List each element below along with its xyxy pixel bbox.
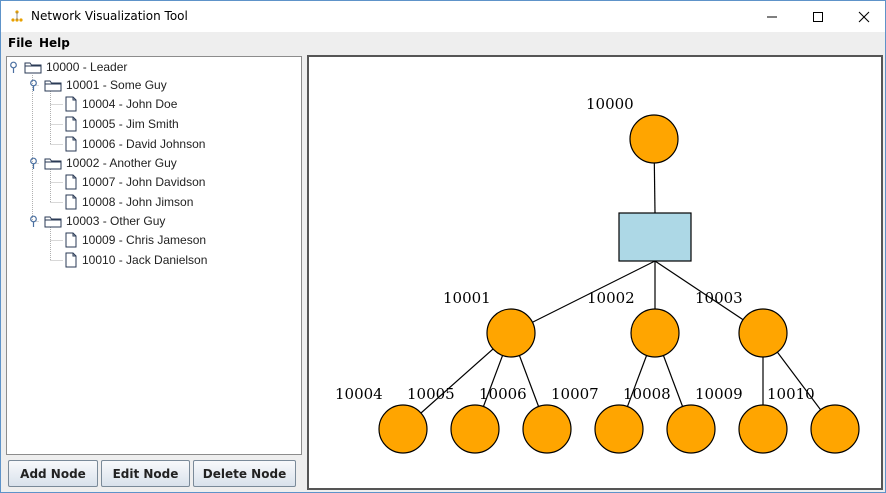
expand-handle-icon[interactable] bbox=[29, 157, 38, 169]
tree-leaf-row[interactable]: 10007 - John Davidson bbox=[64, 173, 205, 191]
file-icon bbox=[65, 96, 77, 112]
root-node[interactable] bbox=[629, 114, 679, 164]
title-bar[interactable]: Network Visualization Tool bbox=[1, 1, 885, 32]
tree-leaf-label: 10006 - David Johnson bbox=[82, 137, 206, 151]
folder-icon bbox=[24, 62, 42, 74]
tree-group-label: 10001 - Some Guy bbox=[66, 78, 167, 92]
tree-leaf-row[interactable]: 10010 - Jack Danielson bbox=[64, 251, 207, 269]
tree-leaf-label: 10010 - Jack Danielson bbox=[82, 253, 208, 267]
file-icon bbox=[65, 136, 77, 152]
group-node[interactable] bbox=[738, 308, 788, 358]
group-node-label: 10003 bbox=[695, 289, 743, 307]
leaf-node-label: 10004 bbox=[335, 385, 383, 403]
edit-node-button[interactable]: Edit Node bbox=[101, 460, 190, 487]
file-icon bbox=[65, 252, 77, 268]
close-button[interactable] bbox=[841, 1, 885, 32]
tree-root-row[interactable]: 10000 - Leader bbox=[9, 58, 127, 76]
root-node-label: 10000 bbox=[586, 95, 634, 113]
delete-node-button[interactable]: Delete Node bbox=[193, 460, 296, 487]
leaf-node-label: 10005 bbox=[407, 385, 455, 403]
tree-group-row[interactable]: 10001 - Some Guy bbox=[29, 76, 167, 94]
folder-icon bbox=[44, 216, 62, 228]
expand-handle-icon[interactable] bbox=[29, 215, 38, 227]
maximize-icon bbox=[813, 11, 823, 22]
minimize-button[interactable] bbox=[749, 1, 795, 32]
file-icon bbox=[65, 116, 77, 132]
leaf-node-label: 10007 bbox=[551, 385, 599, 403]
leaf-node-label: 10008 bbox=[623, 385, 671, 403]
maximize-button[interactable] bbox=[795, 1, 841, 32]
folder-icon bbox=[44, 80, 62, 92]
node-tree[interactable]: 10000 - Leader 10001 - Some Guy 10004 - … bbox=[6, 56, 302, 455]
group-node-label: 10001 bbox=[443, 289, 491, 307]
group-node-label: 10002 bbox=[587, 289, 635, 307]
tree-leaf-label: 10008 - John Jimson bbox=[82, 195, 194, 209]
file-icon bbox=[65, 194, 77, 210]
menu-bar: File Help bbox=[1, 32, 885, 54]
network-graph[interactable]: 10000 10001 10002 10003 10004 10005 10006 10007… bbox=[309, 57, 881, 488]
tree-leaf-row[interactable]: 10006 - David Johnson bbox=[64, 135, 205, 153]
leaf-node-label: 10006 bbox=[479, 385, 527, 403]
file-icon bbox=[65, 232, 77, 248]
minimize-icon bbox=[767, 16, 777, 17]
leaf-node[interactable] bbox=[378, 404, 428, 454]
expand-handle-icon[interactable] bbox=[9, 61, 18, 73]
hub-node[interactable] bbox=[618, 212, 692, 262]
expand-handle-icon[interactable] bbox=[29, 79, 38, 91]
tree-leaf-label: 10005 - Jim Smith bbox=[82, 117, 179, 131]
tree-leaf-label: 10007 - John Davidson bbox=[82, 175, 206, 189]
tree-group-row[interactable]: 10002 - Another Guy bbox=[29, 154, 177, 172]
leaf-node[interactable] bbox=[450, 404, 500, 454]
graph-canvas[interactable]: 10000 10001 10002 10003 10004 10005 10006 10007… bbox=[307, 55, 883, 490]
tree-leaf-row[interactable]: 10005 - Jim Smith bbox=[64, 115, 179, 133]
leaf-node[interactable] bbox=[738, 404, 788, 454]
tree-root-label: 10000 - Leader bbox=[46, 60, 128, 74]
window-title: Network Visualization Tool bbox=[31, 9, 188, 23]
app-icon bbox=[11, 10, 23, 22]
app-window: Network Visualization Tool File Help 100… bbox=[0, 0, 886, 493]
group-node[interactable] bbox=[486, 308, 536, 358]
tree-leaf-label: 10009 - Chris Jameson bbox=[82, 233, 207, 247]
leaf-node[interactable] bbox=[522, 404, 572, 454]
tree-group-label: 10002 - Another Guy bbox=[66, 156, 177, 170]
tree-leaf-label: 10004 - John Doe bbox=[82, 97, 178, 111]
leaf-node[interactable] bbox=[666, 404, 716, 454]
add-node-button[interactable]: Add Node bbox=[8, 460, 98, 487]
leaf-node[interactable] bbox=[594, 404, 644, 454]
tree-group-row[interactable]: 10003 - Other Guy bbox=[29, 212, 165, 230]
folder-icon bbox=[44, 158, 62, 170]
leaf-node-label: 10010 bbox=[767, 385, 815, 403]
close-icon bbox=[858, 11, 870, 22]
tree-leaf-row[interactable]: 10008 - John Jimson bbox=[64, 193, 193, 211]
group-node[interactable] bbox=[630, 308, 680, 358]
menu-help[interactable]: Help bbox=[39, 36, 70, 50]
leaf-node[interactable] bbox=[810, 404, 860, 454]
leaf-node-label: 10009 bbox=[695, 385, 743, 403]
menu-file[interactable]: File bbox=[8, 36, 33, 50]
tree-group-label: 10003 - Other Guy bbox=[66, 214, 166, 228]
file-icon bbox=[65, 174, 77, 190]
tree-leaf-row[interactable]: 10009 - Chris Jameson bbox=[64, 231, 206, 249]
tree-leaf-row[interactable]: 10004 - John Doe bbox=[64, 95, 177, 113]
